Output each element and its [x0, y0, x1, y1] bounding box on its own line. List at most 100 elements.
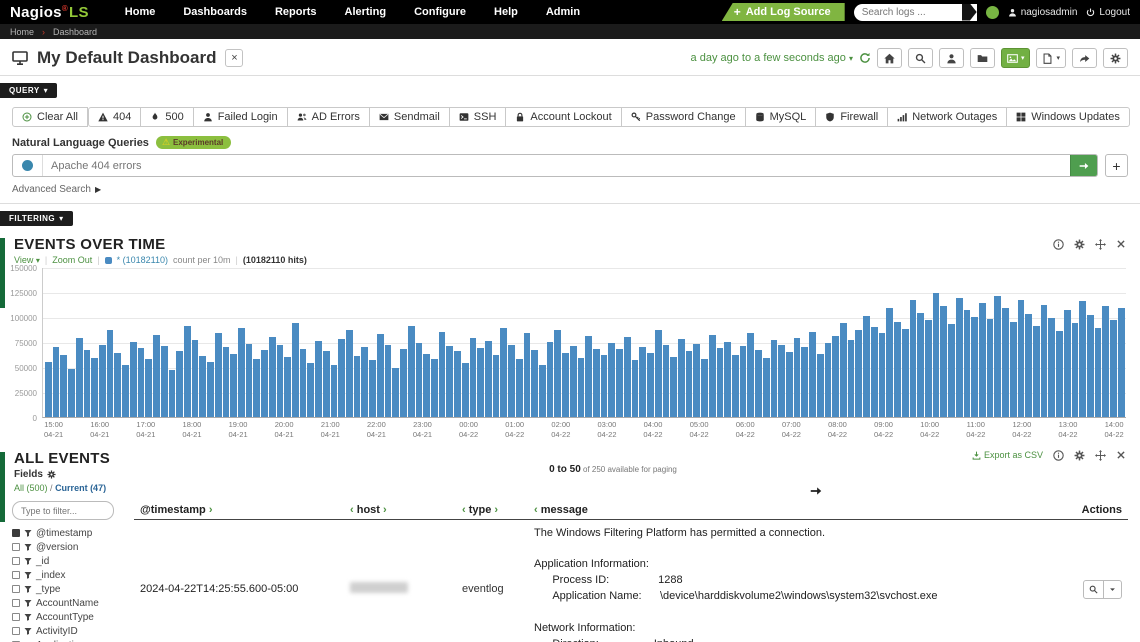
clear-all-button[interactable]: Clear All [12, 107, 88, 127]
chart-plot-area[interactable] [42, 268, 1126, 418]
fields-label[interactable]: Fields [14, 469, 254, 480]
dashboard-share-button[interactable] [1072, 48, 1097, 68]
nagios-logo[interactable]: Nagios®LS [10, 4, 89, 21]
field-item-_index[interactable]: _index [12, 568, 134, 582]
time-range-selector[interactable]: a day ago to a few seconds ago ▾ [691, 52, 853, 64]
field-checkbox[interactable] [12, 613, 20, 621]
field-item-version[interactable]: @version [12, 540, 134, 554]
nav-item-reports[interactable]: Reports [275, 6, 317, 18]
add-log-source-label: Add Log Source [745, 6, 831, 18]
field-item-_id[interactable]: _id [12, 554, 134, 568]
info-icon[interactable] [1053, 450, 1064, 461]
advanced-search-link[interactable]: Advanced Search ▶ [12, 184, 1128, 195]
dashboard-search-button[interactable] [907, 48, 933, 68]
move-column-right-icon[interactable]: › [209, 504, 213, 516]
dashboard-home-button[interactable] [876, 48, 902, 68]
filter-chip-network-outages[interactable]: Network Outages [887, 107, 1008, 127]
nav-item-dashboards[interactable]: Dashboards [183, 6, 247, 18]
field-checkbox[interactable] [12, 571, 20, 579]
nav-search-input[interactable] [861, 6, 962, 18]
filter-chip-ssh[interactable]: SSH [448, 107, 507, 127]
health-status-icon[interactable] [985, 5, 999, 19]
next-page-button[interactable] [254, 485, 822, 497]
filter-chip-ad-errors[interactable]: AD Errors [286, 107, 370, 127]
column-header-actions[interactable]: Actions [1056, 500, 1128, 520]
export-csv-link[interactable]: Export as CSV [972, 450, 1043, 460]
move-column-left-icon[interactable]: ‹ [350, 504, 354, 516]
field-filter-input[interactable] [12, 501, 114, 520]
close-dashboard-button[interactable]: × [225, 49, 244, 67]
field-checkbox[interactable] [12, 543, 20, 551]
filter-chip-mysql[interactable]: MySQL [744, 107, 817, 127]
current-fields-link[interactable]: Current (47) [55, 483, 106, 493]
move-icon[interactable] [1095, 450, 1106, 461]
field-checkbox[interactable] [12, 529, 20, 537]
gear-icon[interactable] [1074, 239, 1085, 250]
breadcrumb-home[interactable]: Home [10, 27, 34, 37]
field-item-timestamp[interactable]: @timestamp [12, 526, 134, 540]
move-icon[interactable] [1095, 239, 1106, 250]
field-item-activityid[interactable]: ActivityID [12, 624, 134, 638]
view-event-button[interactable] [1083, 579, 1104, 599]
filter-chip-firewall[interactable]: Firewall [815, 107, 889, 127]
field-item-accounttype[interactable]: AccountType [12, 610, 134, 624]
filter-chip-sendmail[interactable]: Sendmail [368, 107, 450, 127]
query-tab[interactable]: QUERY ▾ [0, 83, 58, 98]
refresh-icon[interactable] [859, 52, 871, 64]
nlq-toggle[interactable] [13, 155, 43, 176]
nav-item-admin[interactable]: Admin [546, 6, 580, 18]
move-column-left-icon[interactable]: ‹ [534, 504, 538, 516]
move-column-right-icon[interactable]: › [494, 504, 498, 516]
add-query-button[interactable]: + [1105, 154, 1128, 177]
filtering-tab[interactable]: FILTERING ▾ [0, 211, 73, 226]
series-legend-swatch[interactable] [104, 256, 112, 264]
info-icon[interactable] [1053, 239, 1064, 250]
nav-item-configure[interactable]: Configure [414, 6, 466, 18]
field-checkbox[interactable] [12, 557, 20, 565]
gear-icon[interactable] [1074, 450, 1085, 461]
logout-link[interactable]: Logout [1086, 7, 1130, 18]
event-row[interactable]: 2024-04-22T14:25:55.600-05:00 eventlog The… [134, 519, 1128, 642]
move-column-left-icon[interactable]: ‹ [462, 504, 466, 516]
close-icon[interactable] [1116, 239, 1126, 249]
filter-chip-account-lockout[interactable]: Account Lockout [505, 107, 622, 127]
panel-drag-handle[interactable] [0, 238, 5, 308]
add-log-source-button[interactable]: + Add Log Source [721, 3, 845, 21]
dashboard-user-button[interactable] [938, 48, 964, 68]
nlq-query-input[interactable] [43, 159, 1070, 172]
field-item-application[interactable]: Application [12, 638, 134, 642]
column-header-timestamp[interactable]: @timestamp › [134, 500, 344, 520]
nav-item-home[interactable]: Home [125, 6, 156, 18]
event-actions-dropdown[interactable] [1103, 579, 1122, 599]
field-checkbox[interactable] [12, 599, 20, 607]
dashboard-export-button[interactable]: ▾ [1036, 48, 1066, 68]
dashboard-save-button[interactable]: ▾ [1000, 48, 1031, 68]
filter-chip-404[interactable]: 404 [87, 107, 142, 127]
filter-chip-500[interactable]: 500 [140, 107, 194, 127]
x-tick-label: 06:00 04-22 [735, 420, 755, 439]
field-checkbox[interactable] [12, 627, 20, 635]
field-item-accountname[interactable]: AccountName [12, 596, 134, 610]
column-header-type[interactable]: ‹ type › [456, 500, 528, 520]
zoom-out-link[interactable]: Zoom Out [52, 255, 92, 265]
field-checkbox[interactable] [12, 585, 20, 593]
all-fields-link[interactable]: All (500) [14, 483, 48, 493]
column-header-host[interactable]: ‹ host › [344, 500, 456, 520]
breadcrumb-dashboard[interactable]: Dashboard [53, 27, 97, 37]
panel-drag-handle[interactable] [0, 451, 5, 522]
field-item-_type[interactable]: _type [12, 582, 134, 596]
dashboard-settings-button[interactable] [1103, 48, 1128, 68]
nav-search-go-icon[interactable] [961, 3, 977, 21]
nlq-run-button[interactable] [1070, 155, 1097, 176]
filter-chip-windows-updates[interactable]: Windows Updates [1006, 107, 1130, 127]
column-header-message[interactable]: ‹ message [528, 500, 1056, 520]
move-column-right-icon[interactable]: › [383, 504, 387, 516]
chart-bar [847, 339, 855, 417]
filter-chip-failed-login[interactable]: Failed Login [192, 107, 288, 127]
filter-chip-password-change[interactable]: Password Change [620, 107, 746, 127]
dashboard-load-button[interactable] [969, 48, 995, 68]
close-icon[interactable] [1116, 450, 1126, 460]
nav-item-alerting[interactable]: Alerting [345, 6, 387, 18]
user-menu[interactable]: nagiosadmin [1008, 7, 1077, 18]
nav-item-help[interactable]: Help [494, 6, 518, 18]
